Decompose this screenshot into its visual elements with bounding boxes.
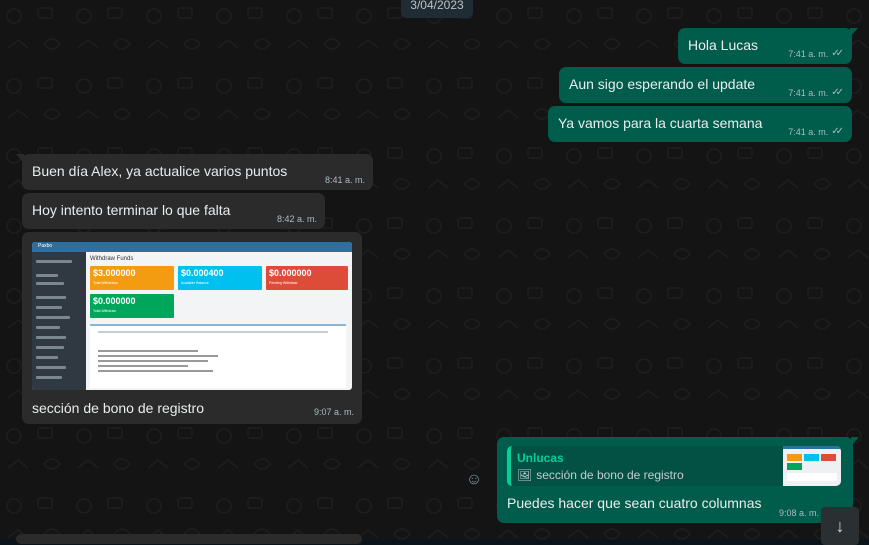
message-text: Buen día Alex, ya actualice varios punto… <box>32 163 288 179</box>
message-time: 8:41 a. m. <box>324 175 365 185</box>
message-time: 8:42 a. m. <box>276 214 317 224</box>
preview-table <box>90 324 346 388</box>
quoted-text: sección de bono de registro <box>536 468 684 482</box>
preview-title: Withdraw Funds <box>90 256 134 262</box>
quoted-author: Unlucas <box>517 451 564 465</box>
message-outgoing[interactable]: Aun sigo esperando el update 7:41 a. m. ✓… <box>559 67 852 103</box>
double-check-icon: ✓✓ <box>831 87 844 98</box>
message-time: 9:08 a. m. <box>778 508 819 518</box>
scroll-down-icon[interactable]: ↓ <box>821 507 859 545</box>
message-text: Hola Lucas <box>688 37 759 53</box>
image-icon: 🖼 <box>517 468 533 482</box>
emoji-reaction-icon[interactable]: ☺ <box>465 471 483 489</box>
message-incoming[interactable]: Buen día Alex, ya actualice varios punto… <box>16 154 373 190</box>
quoted-message[interactable]: Unlucas 🖼 sección de bono de registro <box>507 446 841 486</box>
preview-sidebar <box>32 252 86 390</box>
message-text: Aun sigo esperando el update <box>569 76 756 92</box>
message-text: Puedes hacer que sean cuatro columnas <box>507 495 762 511</box>
message-text: Ya vamos para la cuarta semana <box>558 115 763 131</box>
image-preview[interactable]: Paxbo Withdraw Funds $3.000000 Total With… <box>32 242 352 390</box>
double-check-icon: ✓✓ <box>831 48 844 59</box>
message-incoming[interactable]: Hoy intento terminar lo que falta 8:42 a… <box>22 193 325 229</box>
preview-card: $0.000000 Pending Withdraw <box>266 266 348 290</box>
message-time: 9:07 a. m. <box>313 407 354 417</box>
message-incoming-partial <box>16 534 362 544</box>
preview-card: $0.000400 Available Balance <box>178 266 262 290</box>
message-outgoing[interactable]: Ya vamos para la cuarta semana 7:41 a. m… <box>548 106 852 142</box>
preview-app-name: Paxbo <box>38 243 53 249</box>
image-caption: sección de bono de registro <box>32 400 204 416</box>
message-incoming-image[interactable]: Paxbo Withdraw Funds $3.000000 Total With… <box>22 232 362 424</box>
preview-card: $0.000000 Total Withdraw <box>90 294 174 318</box>
date-separator: 3/04/2023 <box>401 0 473 18</box>
message-text: Hoy intento terminar lo que falta <box>32 202 231 218</box>
message-outgoing-reply[interactable]: Unlucas 🖼 sección de bono de registro Pue… <box>497 437 859 523</box>
message-time: 7:41 a. m. <box>788 48 829 59</box>
preview-card: $3.000000 Total Withdrawn <box>90 266 174 290</box>
double-check-icon: ✓✓ <box>831 126 844 137</box>
message-outgoing[interactable]: Hola Lucas 7:41 a. m. ✓✓ <box>678 28 858 64</box>
message-time: 7:41 a. m. <box>788 126 829 137</box>
quoted-image-thumbnail <box>783 446 841 486</box>
message-time: 7:41 a. m. <box>788 87 829 98</box>
